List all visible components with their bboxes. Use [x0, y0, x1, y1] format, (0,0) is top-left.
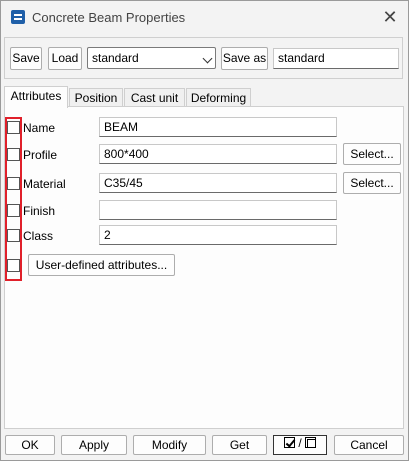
- tab-deforming[interactable]: Deforming: [186, 88, 251, 107]
- user-defined-checkbox[interactable]: [7, 259, 20, 272]
- profile-label: Profile: [23, 148, 58, 162]
- profile-checkbox[interactable]: [7, 148, 20, 161]
- get-button-label: Get: [229, 438, 250, 452]
- tab-attributes[interactable]: Attributes: [4, 86, 68, 108]
- name-checkbox[interactable]: [7, 121, 20, 134]
- material-select-label: Select...: [350, 176, 394, 190]
- material-field[interactable]: C35/45: [99, 173, 337, 193]
- save-button[interactable]: Save: [10, 47, 42, 70]
- material-select-button[interactable]: Select...: [343, 172, 401, 194]
- toggle-all-checkboxes-button[interactable]: /: [273, 435, 327, 455]
- save-button-label: Save: [12, 51, 40, 65]
- app-icon: [11, 10, 25, 24]
- load-settings-value: standard: [92, 51, 139, 65]
- save-as-button[interactable]: Save as: [221, 47, 268, 70]
- get-button[interactable]: Get: [212, 435, 267, 455]
- toggle-separator: /: [298, 436, 302, 450]
- user-defined-attributes-label: User-defined attributes...: [35, 258, 168, 272]
- unchecked-box-icon: [305, 437, 317, 448]
- load-button-label: Load: [51, 51, 79, 65]
- profile-select-label: Select...: [350, 147, 394, 161]
- window-title: Concrete Beam Properties: [32, 10, 186, 25]
- finish-label: Finish: [23, 204, 56, 218]
- material-label: Material: [23, 177, 66, 191]
- finish-field[interactable]: [99, 200, 337, 220]
- close-button[interactable]: ✕: [377, 5, 403, 29]
- apply-button-label: Apply: [78, 438, 110, 452]
- class-field[interactable]: 2: [99, 225, 337, 245]
- ok-button[interactable]: OK: [5, 435, 55, 455]
- name-field[interactable]: BEAM: [99, 117, 337, 137]
- load-settings-dropdown[interactable]: standard: [87, 47, 216, 69]
- checked-box-icon: [283, 437, 295, 448]
- cancel-button[interactable]: Cancel: [334, 435, 404, 455]
- class-label: Class: [23, 229, 54, 243]
- user-defined-attributes-button[interactable]: User-defined attributes...: [28, 254, 175, 276]
- load-button[interactable]: Load: [48, 47, 82, 70]
- modify-button[interactable]: Modify: [133, 435, 206, 455]
- profile-field[interactable]: 800*400: [99, 144, 337, 164]
- name-label: Name: [23, 121, 56, 135]
- ok-button-label: OK: [21, 438, 39, 452]
- save-as-input[interactable]: standard: [273, 48, 399, 69]
- cancel-button-label: Cancel: [350, 438, 388, 452]
- class-checkbox[interactable]: [7, 229, 20, 242]
- save-as-button-label: Save as: [222, 51, 267, 65]
- material-checkbox[interactable]: [7, 177, 20, 190]
- tab-position[interactable]: Position: [69, 88, 123, 107]
- apply-button[interactable]: Apply: [61, 435, 127, 455]
- modify-button-label: Modify: [151, 438, 188, 452]
- profile-select-button[interactable]: Select...: [343, 143, 401, 165]
- chevron-down-icon: [202, 53, 213, 64]
- finish-checkbox[interactable]: [7, 204, 20, 217]
- tab-cast-unit[interactable]: Cast unit: [124, 88, 185, 107]
- title-bar: Concrete Beam Properties ✕: [1, 1, 408, 33]
